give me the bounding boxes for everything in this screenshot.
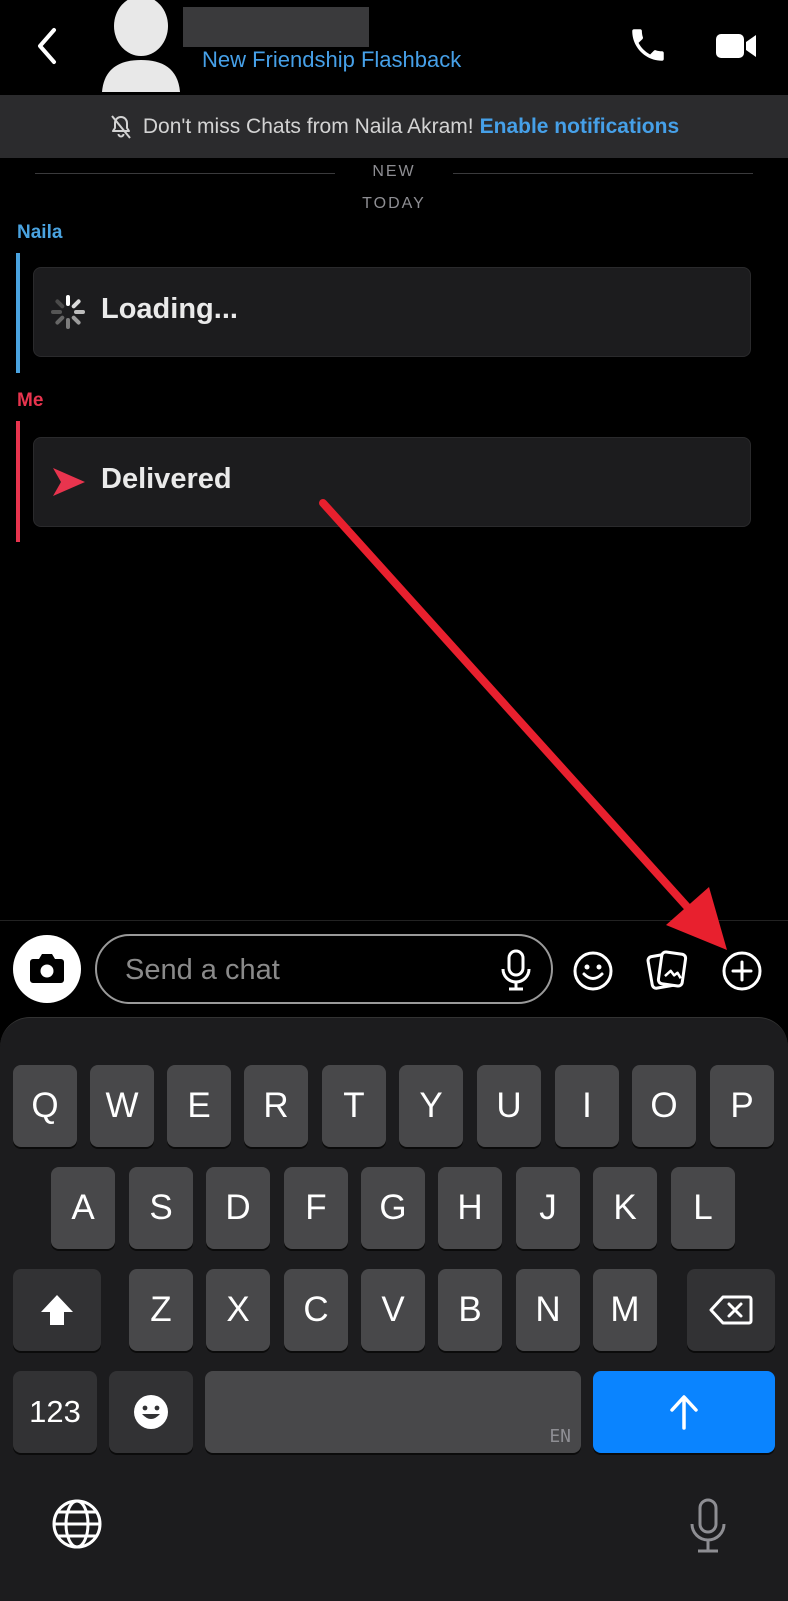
send-chat-input[interactable]	[123, 948, 467, 992]
space-language-label: EN	[549, 1426, 571, 1447]
notification-row: Don't miss Chats from Naila Akram! Enabl…	[0, 95, 788, 158]
key-a[interactable]: A	[51, 1167, 115, 1249]
key-z[interactable]: Z	[129, 1269, 193, 1351]
key-q[interactable]: Q	[13, 1065, 77, 1147]
sender-name-me: Me	[17, 390, 44, 411]
avatar[interactable]	[102, 0, 180, 92]
microphone-icon[interactable]	[499, 949, 533, 991]
video-camera-icon[interactable]	[714, 28, 758, 64]
key-j[interactable]: J	[516, 1167, 580, 1249]
key-o[interactable]: O	[632, 1065, 696, 1147]
key-i[interactable]: I	[555, 1065, 619, 1147]
sender-bar-me	[16, 421, 20, 542]
shift-icon	[41, 1295, 73, 1325]
backspace-icon	[709, 1295, 753, 1325]
sender-bar-naila	[16, 253, 20, 373]
shift-key[interactable]	[13, 1269, 101, 1351]
plus-circle-icon[interactable]	[720, 949, 764, 993]
notification-message: Don't miss Chats from Naila Akram!	[142, 114, 474, 138]
memories-cards-icon[interactable]	[646, 947, 688, 993]
chat-input-field[interactable]	[95, 934, 553, 1004]
emoji-key-icon	[134, 1395, 168, 1429]
key-v[interactable]: V	[361, 1269, 425, 1351]
phone-icon[interactable]	[627, 24, 669, 66]
globe-icon[interactable]	[50, 1497, 104, 1551]
key-h[interactable]: H	[438, 1167, 502, 1249]
message-status-delivered: Delivered	[101, 463, 232, 495]
dictation-microphone-icon[interactable]	[688, 1498, 728, 1554]
key-g[interactable]: G	[361, 1167, 425, 1249]
key-r[interactable]: R	[244, 1065, 308, 1147]
key-l[interactable]: L	[671, 1167, 735, 1249]
space-bar[interactable]: EN	[205, 1371, 581, 1453]
key-y[interactable]: Y	[399, 1065, 463, 1147]
key-m[interactable]: M	[593, 1269, 657, 1351]
key-n[interactable]: N	[516, 1269, 580, 1351]
separator-line-right	[453, 173, 753, 174]
on-screen-keyboard: Q W E R T Y U I O P A S D F G H J K L Z …	[0, 1017, 788, 1601]
key-e[interactable]: E	[167, 1065, 231, 1147]
send-key[interactable]	[593, 1371, 775, 1453]
key-b[interactable]: B	[438, 1269, 502, 1351]
emoji-key[interactable]	[109, 1371, 193, 1453]
camera-icon	[30, 954, 64, 983]
key-c[interactable]: C	[284, 1269, 348, 1351]
contact-name-redacted	[183, 7, 369, 47]
key-f[interactable]: F	[284, 1167, 348, 1249]
separator-line-left	[35, 173, 335, 174]
key-k[interactable]: K	[593, 1167, 657, 1249]
key-t[interactable]: T	[322, 1065, 386, 1147]
delivered-arrow-icon	[52, 465, 86, 499]
backspace-key[interactable]	[687, 1269, 775, 1351]
smiley-icon[interactable]	[571, 949, 615, 993]
bell-off-icon	[109, 114, 133, 140]
arrow-up-icon	[670, 1395, 698, 1430]
new-separator-label: NEW	[372, 163, 416, 180]
sender-name-naila: Naila	[17, 222, 63, 243]
key-u[interactable]: U	[477, 1065, 541, 1147]
back-chevron-icon[interactable]	[30, 24, 66, 68]
key-d[interactable]: D	[206, 1167, 270, 1249]
key-x[interactable]: X	[206, 1269, 270, 1351]
message-status-loading: Loading...	[101, 293, 238, 325]
enable-notifications-link[interactable]: Enable notifications	[480, 115, 680, 139]
key-s[interactable]: S	[129, 1167, 193, 1249]
key-w[interactable]: W	[90, 1065, 154, 1147]
friendship-flashback-link[interactable]: New Friendship Flashback	[202, 47, 461, 73]
numbers-key[interactable]: 123	[13, 1371, 97, 1453]
today-separator-label: TODAY	[362, 195, 426, 212]
key-p[interactable]: P	[710, 1065, 774, 1147]
loading-spinner-icon	[50, 294, 86, 330]
camera-button[interactable]	[13, 935, 81, 1003]
